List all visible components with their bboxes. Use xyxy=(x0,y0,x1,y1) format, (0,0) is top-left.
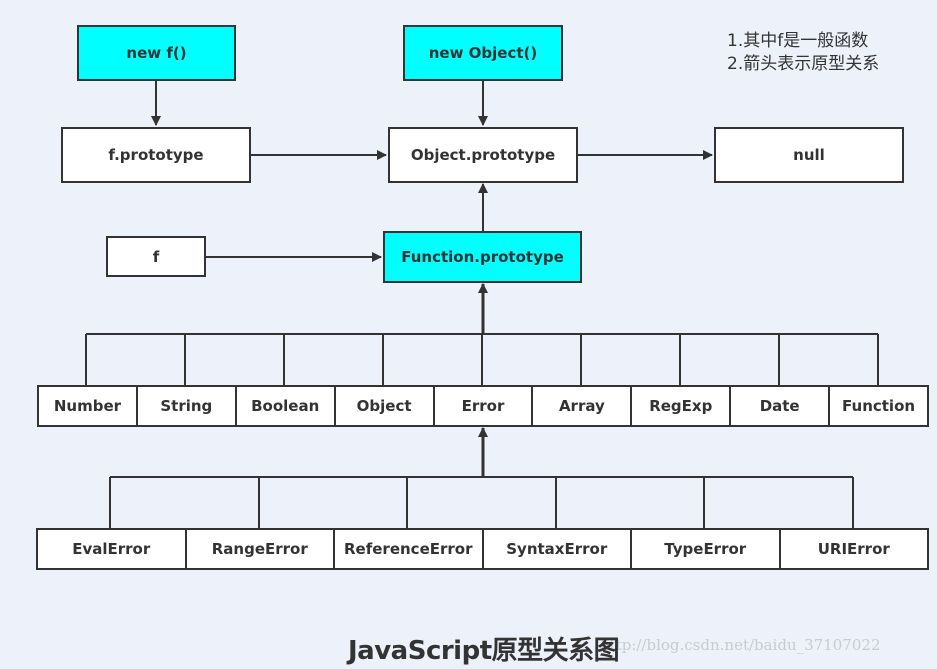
builtin-date: Date xyxy=(729,385,831,427)
error-referenceerror: ReferenceError xyxy=(333,528,484,570)
node-function-prototype: Function.prototype xyxy=(383,231,582,283)
builtin-object: Object xyxy=(333,385,435,427)
node-new-object: new Object() xyxy=(403,25,563,81)
builtin-number: Number xyxy=(37,385,138,427)
node-f-prototype: f.prototype xyxy=(61,127,251,183)
diagram-title: JavaScript原型关系图 xyxy=(348,636,620,666)
node-object-prototype: Object.prototype xyxy=(388,127,578,183)
error-syntaxerror: SyntaxError xyxy=(481,528,632,570)
error-typeerror: TypeError xyxy=(630,528,781,570)
builtin-string: String xyxy=(135,385,237,427)
watermark: http://blog.csdn.net/baidu_37107022 xyxy=(600,636,881,654)
legend-notes: 1.其中f是一般函数 2.箭头表示原型关系 xyxy=(727,30,879,76)
builtin-function: Function xyxy=(828,385,929,427)
node-null: null xyxy=(714,127,904,183)
builtin-error: Error xyxy=(432,385,534,427)
builtin-array: Array xyxy=(531,385,633,427)
builtins-bus xyxy=(85,333,879,385)
error-rangeerror: RangeError xyxy=(184,528,335,570)
error-evalerror: EvalError xyxy=(36,528,187,570)
builtin-regexp: RegExp xyxy=(630,385,732,427)
error-urierror: URIError xyxy=(778,528,929,570)
note-line-2: 2.箭头表示原型关系 xyxy=(727,54,880,74)
errors-bus xyxy=(109,476,854,528)
node-new-f: new f() xyxy=(77,25,236,81)
node-f: f xyxy=(106,236,206,277)
note-line-1: 1.其中f是一般函数 xyxy=(727,31,869,51)
builtin-boolean: Boolean xyxy=(234,385,336,427)
